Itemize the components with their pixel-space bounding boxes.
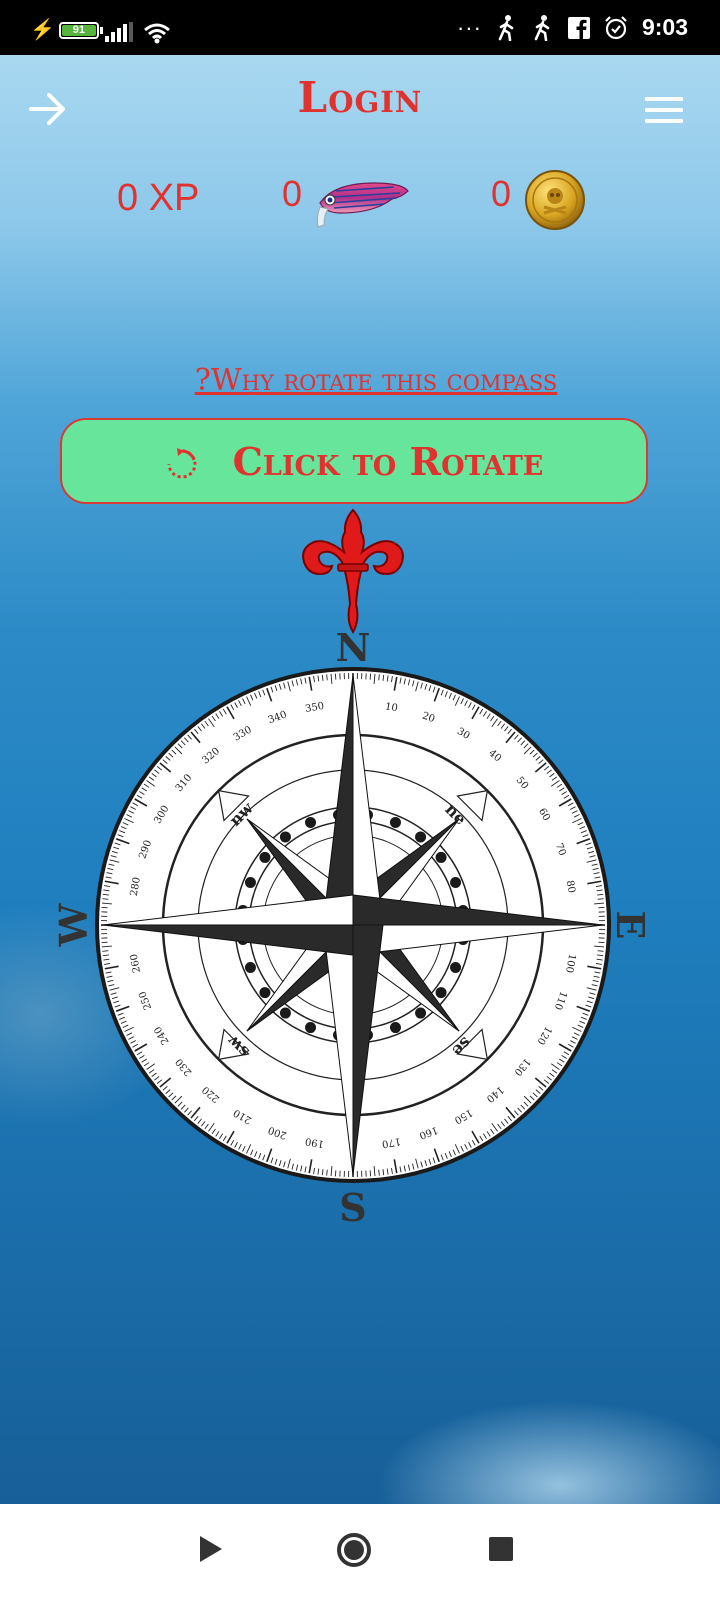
compass-ring-dot xyxy=(305,816,317,828)
compass-south-label: S xyxy=(339,1185,366,1230)
gold-coin-icon xyxy=(525,170,585,230)
compass-ring-dot xyxy=(244,961,256,973)
facebook-icon xyxy=(567,16,590,39)
app-screen: Login 0 XP 0 0 ?Why rotate this compass … xyxy=(0,55,720,1504)
battery-icon: 91 xyxy=(58,21,99,39)
compass-ring-dot xyxy=(389,1022,401,1034)
walking-icon xyxy=(498,14,514,41)
compass-ring-dot xyxy=(279,1007,291,1019)
walking-icon xyxy=(534,14,550,41)
compass-rose[interactable]: 1020304050607080100110120130140150160170… xyxy=(40,623,660,1253)
system-nav-bar xyxy=(0,1504,720,1600)
rotate-icon xyxy=(167,448,197,479)
recents-square-icon[interactable] xyxy=(488,1536,514,1562)
compass-ring-dot xyxy=(259,987,271,999)
login-title-link[interactable]: Login xyxy=(0,73,720,122)
battery-level: 91 xyxy=(61,24,96,36)
clock-time: 9:03 xyxy=(641,14,688,40)
coin-counter: 0 xyxy=(491,173,512,214)
fish-counter: 0 xyxy=(282,173,303,214)
compass-degree-label: 10 xyxy=(384,701,398,714)
fleur-de-lis-icon xyxy=(302,508,404,634)
wifi-icon xyxy=(144,23,170,44)
compass-ring-dot xyxy=(389,816,401,828)
click-to-rotate-button[interactable]: Click to Rotate xyxy=(60,418,648,504)
compass-ring-dot xyxy=(305,1022,317,1034)
alarm-icon xyxy=(605,15,627,39)
compass-west-label: W xyxy=(51,902,96,947)
compass-ring-dot xyxy=(450,877,462,889)
xp-counter: 0 XP xyxy=(117,177,200,219)
back-triangle-icon[interactable] xyxy=(198,1534,224,1564)
signal-icon xyxy=(105,22,133,42)
compass-ring-dot xyxy=(435,851,447,863)
rotate-button-label: Click to Rotate xyxy=(232,438,544,484)
hamburger-menu-icon[interactable] xyxy=(645,97,683,123)
status-bar: ⚡ 91 ··· 9:03 xyxy=(0,0,720,55)
fish-lure-icon xyxy=(316,182,409,228)
compass-north-label: N xyxy=(336,625,371,670)
compass-degree-label: 80 xyxy=(564,879,577,893)
overflow-dots: ··· xyxy=(456,14,482,40)
charging-icon: ⚡ xyxy=(30,19,55,41)
compass-east-label: E xyxy=(608,911,653,940)
why-rotate-link[interactable]: ?Why rotate this compass xyxy=(0,363,720,398)
compass-ring-dot xyxy=(244,877,256,889)
compass-ring-dot xyxy=(415,831,427,843)
home-circle-icon[interactable] xyxy=(336,1532,372,1568)
compass-ring-dot xyxy=(279,831,291,843)
compass-ring-dot xyxy=(259,851,271,863)
compass-ring-dot xyxy=(435,987,447,999)
compass-ring-dot xyxy=(415,1007,427,1019)
battery-indicator: ⚡ 91 xyxy=(30,20,103,40)
compass-ring-dot xyxy=(450,961,462,973)
